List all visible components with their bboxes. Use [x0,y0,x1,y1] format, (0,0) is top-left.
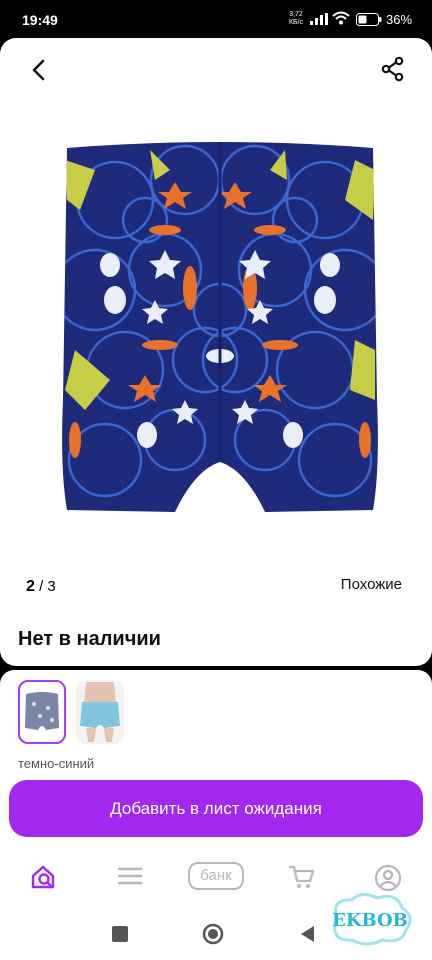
back-arrow-icon[interactable] [26,57,52,83]
recent-apps-button[interactable] [112,926,128,942]
network-speed-unit: КБ/с [288,19,304,26]
variant-thumbnail-lightblue[interactable] [76,680,124,744]
back-triangle-icon[interactable] [298,924,316,944]
cart-icon[interactable] [288,864,316,890]
status-bar: 19:49 3,72 КБ/с 36% [0,0,432,38]
add-to-waitlist-button[interactable]: Добавить в лист ожидания [9,780,423,837]
gallery-current: 2 [26,578,35,595]
selected-color-label: темно-синий [18,756,95,771]
signal-icon [310,13,328,25]
wifi-icon [332,11,350,25]
variant-thumbnail-selected[interactable] [18,680,66,744]
catalog-menu-icon[interactable] [117,864,143,888]
status-time: 19:49 [22,12,58,28]
network-speed-value: 3,72 [289,11,303,18]
similar-link[interactable]: Похожие [341,576,402,593]
gallery-counter: 2 / 3 [26,578,56,596]
network-speed: 3,72 КБ/с [285,11,307,27]
battery-icon [356,13,382,26]
watermark-logo: EKBOB [332,893,412,946]
home-search-icon[interactable] [30,864,58,890]
bank-label: банк [200,867,232,884]
variant-lightblue-image [76,680,124,744]
variant-navy-image [22,684,62,740]
home-button-icon[interactable] [202,923,224,945]
battery-percent: 36% [386,12,413,27]
bank-button[interactable]: банк [188,862,244,890]
share-icon[interactable] [380,56,406,82]
availability-status: Нет в наличии [18,628,161,650]
gallery-total: 3 [47,578,56,595]
gallery-separator: / [39,578,44,595]
product-photo[interactable] [55,140,385,520]
watermark-text: EKBOB [332,910,408,931]
